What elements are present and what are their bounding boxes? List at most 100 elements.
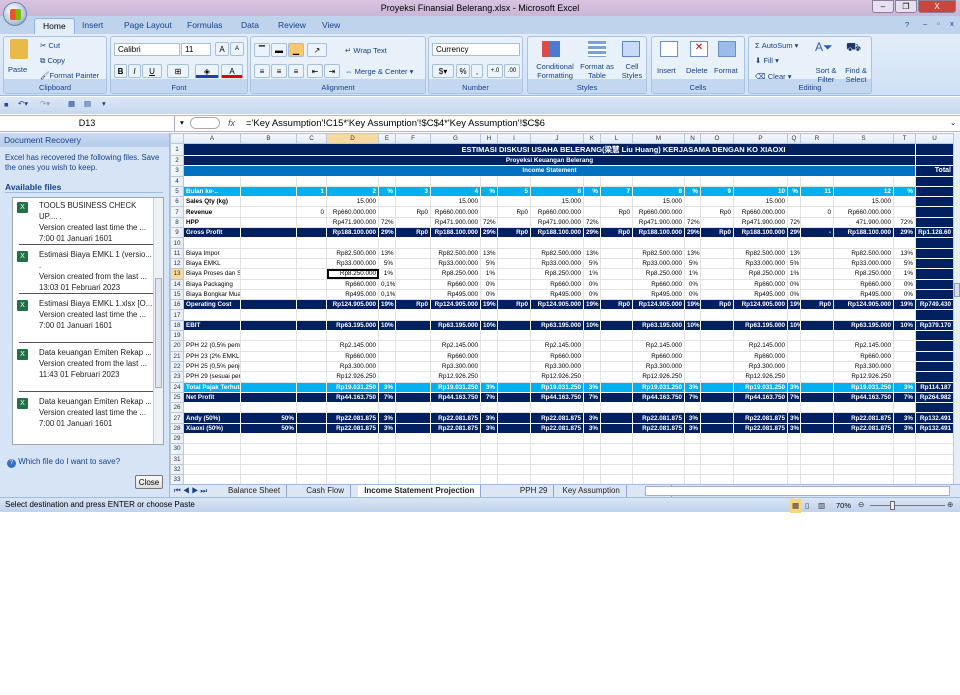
cell-E4[interactable] xyxy=(378,176,396,187)
cell-T21[interactable] xyxy=(893,351,916,362)
cell-Q28[interactable]: 3% xyxy=(787,423,801,434)
cell-R8[interactable] xyxy=(800,217,834,229)
cell-Q12[interactable]: 5% xyxy=(787,258,801,270)
cell-F32[interactable] xyxy=(395,464,431,476)
cell-E16[interactable]: 19% xyxy=(378,299,396,310)
close-recovery-button[interactable]: Close xyxy=(135,475,163,489)
align-center-button[interactable]: ≡ xyxy=(271,64,287,78)
cell-H27[interactable]: 3% xyxy=(480,412,498,424)
cell-B18[interactable] xyxy=(240,320,297,331)
row-header-2[interactable]: 2 xyxy=(170,154,184,167)
cell-I26[interactable] xyxy=(497,402,531,414)
row-header-25[interactable]: 25 xyxy=(170,391,184,404)
cell-O12[interactable] xyxy=(700,258,734,270)
cell-Q17[interactable] xyxy=(787,309,801,321)
cell-G28[interactable]: Rp22.081.875 xyxy=(430,423,481,434)
cell-C7[interactable]: 0 xyxy=(296,206,327,218)
cell-N26[interactable] xyxy=(684,402,701,414)
cell-E29[interactable] xyxy=(378,433,396,445)
cell-J21[interactable]: Rp660.000 xyxy=(530,351,584,362)
cell-R21[interactable] xyxy=(800,351,834,362)
cell-E11[interactable]: 13% xyxy=(378,248,396,259)
cell-I25[interactable] xyxy=(497,392,531,403)
cell-H26[interactable] xyxy=(480,402,498,414)
cell-K33[interactable] xyxy=(583,474,601,484)
ribbon-minimize-icon[interactable]: – xyxy=(923,19,927,28)
cell-K19[interactable] xyxy=(583,330,601,342)
cell-F7[interactable]: Rp0 xyxy=(395,206,431,218)
cell-O26[interactable] xyxy=(700,402,734,414)
chart-icon[interactable]: ▦ xyxy=(68,99,75,108)
cell-S24[interactable]: Rp19.031.250 xyxy=(833,382,894,393)
paste-button[interactable]: Paste xyxy=(8,65,27,74)
cell-D20[interactable]: Rp2.145.000 xyxy=(326,340,379,352)
tab-formulas[interactable]: Formulas xyxy=(179,18,230,34)
row-header-31[interactable]: 31 xyxy=(170,453,184,465)
cell-T25[interactable]: 7% xyxy=(893,392,916,403)
cell-L5[interactable]: 7 xyxy=(600,186,633,197)
cell-U21[interactable] xyxy=(915,351,953,362)
cell-Q6[interactable] xyxy=(787,196,801,208)
cell-L24[interactable] xyxy=(600,382,633,393)
cell-M11[interactable]: Rp82.500.000 xyxy=(632,248,685,259)
cell-P28[interactable]: Rp22.081.875 xyxy=(733,423,788,434)
cell-F31[interactable] xyxy=(395,454,431,465)
cell-S29[interactable] xyxy=(833,433,894,445)
cell-B12[interactable] xyxy=(240,258,297,270)
cell-F20[interactable] xyxy=(395,340,431,352)
cell-L30[interactable] xyxy=(600,443,633,455)
cell-A18[interactable]: EBIT xyxy=(183,320,241,331)
cell-J32[interactable] xyxy=(530,464,584,476)
font-size-select[interactable]: 11 xyxy=(181,43,211,56)
cell-D13[interactable]: Rp8.250.000 xyxy=(326,268,379,280)
column-header-F[interactable]: F xyxy=(395,133,431,144)
cell-S21[interactable]: Rp660.000 xyxy=(833,351,894,362)
cell-U25[interactable]: Rp264.982 xyxy=(915,392,953,403)
tab-view[interactable]: View xyxy=(314,18,348,34)
cell-G30[interactable] xyxy=(430,443,481,455)
cell-U4[interactable] xyxy=(915,176,953,187)
cell-H18[interactable]: 10% xyxy=(480,320,498,331)
fill-button[interactable]: Fill xyxy=(763,56,773,65)
cell-M24[interactable]: Rp19.031.250 xyxy=(632,382,685,393)
cell-F33[interactable] xyxy=(395,474,431,484)
column-header-P[interactable]: P xyxy=(733,133,788,144)
cell-H33[interactable] xyxy=(480,474,498,484)
cell-D14[interactable]: Rp660.000 xyxy=(326,279,379,290)
merged-title-cell[interactable]: Income Statement xyxy=(183,165,916,177)
cell-L10[interactable] xyxy=(600,237,633,249)
cell-B11[interactable] xyxy=(240,248,297,259)
cell-G27[interactable]: Rp22.081.875 xyxy=(430,412,481,424)
row-header-27[interactable]: 27 xyxy=(170,412,184,424)
cell-H14[interactable]: 0% xyxy=(480,279,498,290)
cell-G33[interactable] xyxy=(430,474,481,484)
cell-F17[interactable] xyxy=(395,309,431,321)
cell-P4[interactable] xyxy=(733,176,788,187)
cell-M32[interactable] xyxy=(632,464,685,476)
cell-K18[interactable]: 10% xyxy=(583,320,601,331)
cell-I18[interactable] xyxy=(497,320,531,331)
row-header-26[interactable]: 26 xyxy=(170,402,184,414)
clear-button[interactable]: Clear xyxy=(768,72,786,81)
cell-R28[interactable] xyxy=(800,423,834,434)
row-header-16[interactable]: 16 xyxy=(170,299,184,311)
cell-G8[interactable]: Rp471.900.000 xyxy=(430,217,481,229)
cell-L31[interactable] xyxy=(600,454,633,465)
cell-Q8[interactable]: 72% xyxy=(787,217,801,229)
cell-B13[interactable] xyxy=(240,268,297,280)
cell-R31[interactable] xyxy=(800,454,834,465)
column-header-N[interactable]: N xyxy=(684,133,701,144)
cell-L15[interactable] xyxy=(600,289,633,301)
cell-O23[interactable] xyxy=(700,371,734,383)
find-select-button[interactable]: Find & Select xyxy=(841,66,871,84)
cell-Q21[interactable] xyxy=(787,351,801,362)
cell-O8[interactable] xyxy=(700,217,734,229)
cell-B28[interactable]: 50% xyxy=(240,423,297,434)
row-header-23[interactable]: 23 xyxy=(170,371,184,383)
cell-S17[interactable] xyxy=(833,309,894,321)
cell-M28[interactable]: Rp22.081.875 xyxy=(632,423,685,434)
cell-P11[interactable]: Rp82.500.000 xyxy=(733,248,788,259)
recovered-file-item[interactable]: X Data keuangan Emiten Rekap ... Version c… xyxy=(13,396,153,442)
cell-N23[interactable] xyxy=(684,371,701,383)
cell-N10[interactable] xyxy=(684,237,701,249)
